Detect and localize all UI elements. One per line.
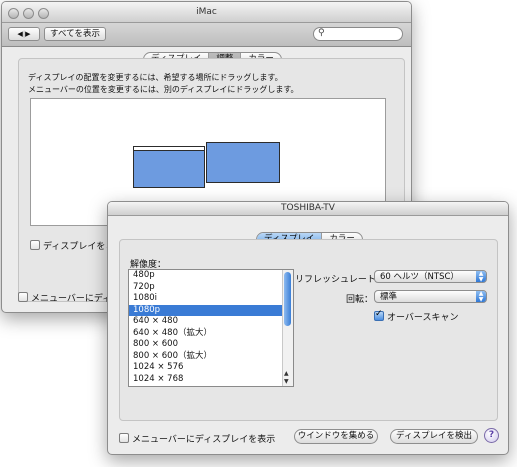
minimize-button[interactable] [23, 8, 34, 19]
rotation-label: 回転： [346, 295, 374, 305]
overscan-label: オーバースキャン [387, 313, 459, 323]
resolution-item[interactable]: 640 × 480（拡大） [129, 328, 282, 340]
help-button[interactable]: ? [484, 428, 499, 443]
resolution-list[interactable]: 480p 720p 1080i 1080p 640 × 480 640 × 480（拡大）… [128, 269, 294, 387]
rotation-popup[interactable]: 標準 ▲ ▼ [374, 290, 487, 303]
resolution-item[interactable]: 800 × 600 [129, 339, 282, 351]
toshiba-window: TOSHIBA-TV ディスプレイ カラー 解像度： 480p720p1080i… [107, 201, 509, 455]
popup-arrows-icon: ▲ ▼ [476, 271, 486, 282]
scroll-down-arrow-icon[interactable]: ▼ [284, 378, 289, 385]
refresh-rate-label: リフレッシュレート： [295, 275, 385, 285]
gather-windows-button[interactable]: ウインドウを集める [294, 429, 378, 444]
zoom-button[interactable] [38, 8, 49, 19]
nav-back-forward: ◀|▶ [8, 27, 40, 41]
menubar-indicator[interactable] [134, 147, 204, 151]
resolution-scrollbar[interactable]: ▲ ▼ [282, 270, 293, 386]
resolution-item[interactable]: 1080i [129, 293, 282, 305]
overscan-checkbox[interactable] [374, 309, 384, 321]
help-icon: ? [488, 430, 495, 440]
resolution-item[interactable]: 1024 × 768 [129, 374, 282, 386]
resolution-item[interactable]: 1024 × 576 [129, 362, 282, 374]
imac-menubar-option[interactable]: メニューバーにディス [18, 291, 120, 304]
refresh-rate-value: 60 ヘルツ（NTSC） [380, 272, 459, 282]
close-button[interactable] [8, 8, 19, 19]
scrollbar-thumb[interactable] [284, 272, 291, 326]
mirror-checkbox[interactable] [30, 240, 40, 250]
window-title: iMac [196, 7, 217, 17]
popup-arrows-icon: ▲ ▼ [476, 291, 486, 302]
arrangement-instruction-1: ディスプレイの配置を変更するには、希望する場所にドラッグします。 [28, 73, 283, 82]
toshiba-menubar-label: メニューバーにディスプレイを表示 [132, 435, 276, 445]
toshiba-menubar-checkbox[interactable] [119, 433, 129, 443]
toshiba-titlebar: TOSHIBA-TV [108, 202, 508, 216]
resolution-item[interactable]: 1080p [129, 304, 282, 316]
imac-toolbar: ◀|▶ すべてを表示 ⚲ [2, 23, 411, 47]
window-title: TOSHIBA-TV [281, 203, 335, 213]
resolution-items: 480p 720p 1080i 1080p 640 × 480 640 × 480（拡大）… [129, 270, 282, 385]
resolution-item[interactable]: 640 × 480 [129, 316, 282, 328]
scroll-up-arrow-icon[interactable]: ▲ [284, 370, 289, 377]
rotation-value: 標準 [380, 292, 398, 302]
resolution-item[interactable]: 720p [129, 282, 282, 294]
main-display-thumbnail[interactable] [133, 146, 205, 188]
overscan-option[interactable]: オーバースキャン [374, 309, 459, 323]
refresh-rate-popup[interactable]: 60 ヘルツ（NTSC） ▲ ▼ [374, 270, 487, 283]
imac-menubar-checkbox[interactable] [18, 292, 28, 302]
resolution-item[interactable]: 800 × 600（拡大） [129, 351, 282, 363]
forward-arrow-icon[interactable]: ▶ [25, 30, 30, 38]
imac-titlebar: iMac [2, 2, 411, 23]
search-icon: ⚲ [318, 28, 325, 38]
show-all-button[interactable]: すべてを表示 [44, 27, 106, 41]
secondary-display-thumbnail[interactable] [206, 142, 280, 183]
toshiba-menubar-option[interactable]: メニューバーにディスプレイを表示 [119, 432, 275, 445]
arrangement-instruction-2: メニューバーの位置を変更するには、別のディスプレイにドラッグします。 [28, 85, 299, 94]
resolution-item[interactable]: 480p [129, 270, 282, 282]
detect-displays-button[interactable]: ディスプレイを検出 [390, 429, 478, 444]
search-field[interactable]: ⚲ [313, 27, 403, 41]
